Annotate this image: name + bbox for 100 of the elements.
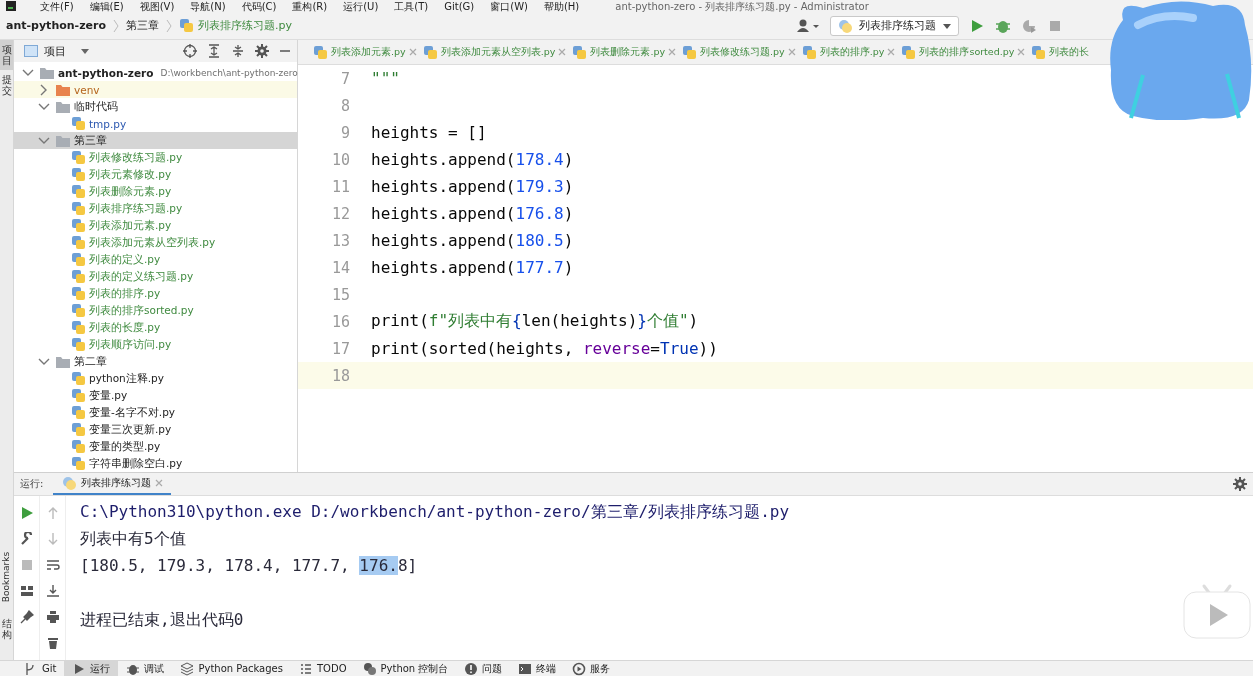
editor-tab[interactable]: 列表的排序.py <box>798 40 899 64</box>
editor-tab[interactable]: 列表添加元素.py <box>310 40 420 64</box>
menu-item[interactable]: 帮助(H) <box>535 0 588 12</box>
tool-window-button[interactable]: Bookmarks <box>0 540 13 614</box>
menu-item[interactable]: 工具(T) <box>386 0 437 12</box>
menu-item[interactable]: 导航(N) <box>182 0 234 12</box>
print-icon[interactable] <box>45 610 60 624</box>
run-icon[interactable] <box>969 17 985 34</box>
tree-row[interactable]: venv <box>14 81 297 98</box>
editor-tab[interactable]: 列表修改练习题.py <box>679 40 799 64</box>
tool-window-tab[interactable]: 调试 <box>118 660 173 676</box>
run-config-dropdown[interactable]: 列表排序练习题 <box>830 15 959 36</box>
tree-row[interactable]: python注释.py <box>14 370 297 387</box>
tree-row[interactable]: 列表的排序.py <box>14 285 297 302</box>
settings-icon[interactable] <box>1233 477 1247 491</box>
menu-item[interactable]: 视图(V) <box>131 0 183 12</box>
window-icon <box>24 45 38 57</box>
menu-item[interactable]: 重构(R) <box>284 0 336 12</box>
tree-label: 变量-名字不对.py <box>89 405 175 420</box>
tree-row[interactable]: 变量.py <box>14 387 297 404</box>
tool-window-tab[interactable]: TODO <box>290 660 355 676</box>
tool-window-tab[interactable]: 问题 <box>456 660 511 676</box>
line-number: 16 <box>330 312 351 331</box>
line-number: 9 <box>339 123 351 142</box>
tree-row[interactable]: 变量-名字不对.py <box>14 404 297 421</box>
python-icon <box>61 475 78 491</box>
window-title: ant-python-zero - 列表排序练习题.py - Administrator <box>615 0 869 12</box>
tree-row[interactable]: 列表添加元素.py <box>14 217 297 234</box>
user-icon[interactable] <box>796 17 820 34</box>
editor-tab[interactable]: 列表的排序sorted.py <box>898 40 1029 64</box>
rerun-icon[interactable] <box>19 506 34 520</box>
tool-window-button[interactable]: 项目 <box>0 40 13 70</box>
tree-row[interactable]: 列表删除元素.py <box>14 183 297 200</box>
tree-row[interactable]: 列表的定义练习题.py <box>14 268 297 285</box>
coverage-icon[interactable] <box>1021 17 1037 34</box>
tree-row[interactable]: 列表顺序访问.py <box>14 336 297 353</box>
menu-item[interactable]: 代码(C) <box>233 0 285 12</box>
tree-row[interactable]: 变量三次更新.py <box>14 421 297 438</box>
tree-row[interactable]: ant-python-zero D:\workbench\ant-python-zero <box>14 64 297 81</box>
editor-tab[interactable]: 列表添加元素从空列表.py <box>419 40 570 64</box>
path-hint: D:\workbench\ant-python-zero <box>160 67 298 78</box>
tree-row[interactable]: 列表元素修改.py <box>14 166 297 183</box>
layout-icon[interactable] <box>19 584 34 598</box>
breadcrumb-item[interactable]: ant-python-zero <box>6 19 106 32</box>
tree-row[interactable]: 列表的排序sorted.py <box>14 302 297 319</box>
stop-icon[interactable] <box>19 558 34 572</box>
tree-row[interactable]: 列表添加元素从空列表.py <box>14 234 297 251</box>
warning-icon <box>464 661 479 676</box>
tree-row[interactable]: 第二章 <box>14 353 297 370</box>
editor-tab[interactable]: 列表删除元素.py <box>569 40 680 64</box>
expand-all-icon[interactable] <box>207 44 221 58</box>
close-icon[interactable] <box>787 48 796 56</box>
code-line: heights.append(177.7) <box>371 258 574 277</box>
collapse-all-icon[interactable] <box>231 44 245 58</box>
tool-window-tab[interactable]: 服务 <box>564 660 619 676</box>
close-icon[interactable] <box>408 48 417 56</box>
trash-icon[interactable] <box>45 636 60 650</box>
locate-icon[interactable] <box>183 44 197 58</box>
menu-item[interactable]: 文件(F) <box>32 0 82 12</box>
python-file-icon <box>71 150 86 165</box>
menu-item[interactable]: 编辑(E) <box>81 0 132 12</box>
close-icon[interactable] <box>1017 48 1026 56</box>
tool-window-tab[interactable]: 终端 <box>510 660 565 676</box>
chevron-icon <box>165 17 173 34</box>
line-number: 17 <box>330 339 351 358</box>
run-tab[interactable]: 列表排序练习题 <box>53 473 172 495</box>
tree-row[interactable]: 列表排序练习题.py <box>14 200 297 217</box>
tool-window-tab[interactable]: Python Packages <box>172 660 291 676</box>
tree-row[interactable]: 变量的类型.py <box>14 438 297 455</box>
pin-icon[interactable] <box>19 610 34 624</box>
tree-row[interactable]: 列表的定义.py <box>14 251 297 268</box>
tool-window-button[interactable]: 结构 <box>0 614 13 644</box>
menu-item[interactable]: 窗口(W) <box>482 0 536 12</box>
editor-tab[interactable]: 列表的长 <box>1028 40 1093 64</box>
close-icon[interactable] <box>558 48 567 56</box>
breadcrumb-item[interactable]: 列表排序练习题.py <box>179 18 292 33</box>
soft-wrap-icon[interactable] <box>45 558 60 572</box>
tool-window-tab[interactable]: 运行 <box>64 660 119 676</box>
tool-window-tab[interactable]: Python 控制台 <box>354 660 457 676</box>
menu-item[interactable]: 运行(U) <box>335 0 387 12</box>
breadcrumb-item[interactable]: 第三章 <box>126 18 159 33</box>
tree-row[interactable]: 临时代码 <box>14 98 297 115</box>
tree-row[interactable]: 列表的长度.py <box>14 319 297 336</box>
wrench-icon[interactable] <box>19 532 34 546</box>
view-selector[interactable]: 项目 <box>24 43 90 59</box>
tree-row[interactable]: 列表修改练习题.py <box>14 149 297 166</box>
caret-icon <box>80 47 90 55</box>
tree-row[interactable]: 字符串删除空白.py <box>14 455 297 472</box>
tool-window-button[interactable]: 提交 <box>0 70 13 100</box>
tree-row[interactable]: 第三章 <box>14 132 297 149</box>
close-icon[interactable] <box>155 479 164 487</box>
settings-icon[interactable] <box>255 44 269 58</box>
scroll-to-end-icon[interactable] <box>45 584 60 598</box>
tree-row[interactable]: tmp.py <box>14 115 297 132</box>
close-icon[interactable] <box>668 48 677 56</box>
close-icon[interactable] <box>887 48 896 56</box>
line-number: 8 <box>339 96 351 115</box>
tool-window-tab[interactable]: Git <box>16 660 65 676</box>
menu-item[interactable]: Git(G) <box>436 0 483 12</box>
python-file-icon <box>71 167 86 182</box>
